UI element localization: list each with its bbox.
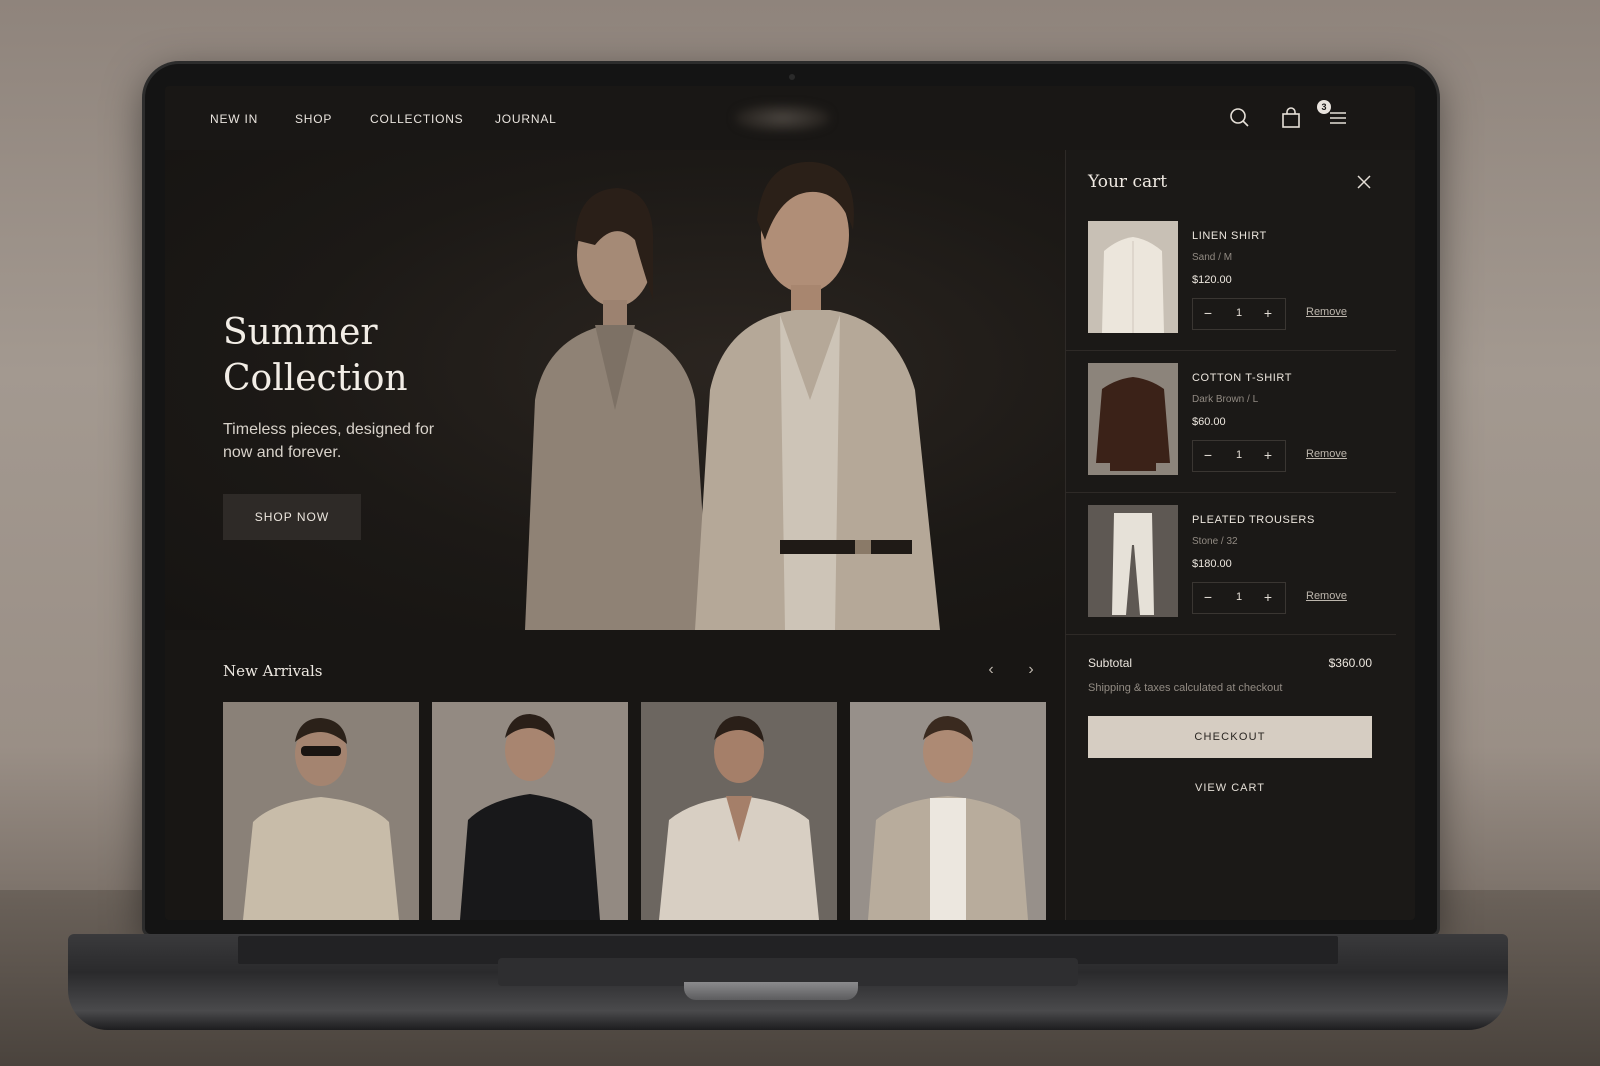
camera [789,74,795,80]
nav-link-journal[interactable]: JOURNAL [495,112,557,126]
shipping-note: Shipping & taxes calculated at checkout [1088,682,1283,694]
product-image-polo-black [432,702,628,920]
nav-link-collections[interactable]: COLLECTIONS [370,112,464,126]
new-arrivals-title: New Arrivals [223,662,323,680]
quantity-value: 1 [1235,307,1243,319]
cart-item-variant: Dark Brown / L [1192,394,1259,405]
cart-item-name: PLEATED TROUSERS [1192,514,1315,526]
hero-models-image [525,161,940,630]
new-arrivals-section: New Arrivals ‹ › [165,630,1065,920]
product-image-linen-shirt [641,702,837,920]
cart-item-variant: Sand / M [1192,252,1233,263]
cart-item-price: $180.00 [1192,558,1232,570]
cart-item-variant: Stone / 32 [1192,536,1238,547]
carousel-prev-icon[interactable]: ‹ [981,660,1001,680]
increase-quantity-button[interactable]: + [1260,589,1276,605]
nav-link-shop[interactable]: SHOP [295,112,332,126]
cart-item-price: $60.00 [1192,416,1226,428]
search-icon[interactable] [1228,106,1252,130]
quantity-value: 1 [1235,449,1243,461]
quantity-stepper: − 1 + [1192,582,1286,614]
cart-title: Your cart [1088,172,1168,192]
cart-drawer: Your cart LINEN SHIRT Sand / M $120.00 −… [1065,150,1415,920]
hero-banner: Summer Collection Timeless pieces, desig… [165,150,1065,630]
hero-subtitle: Timeless pieces, designed for now and fo… [223,421,435,461]
shop-now-button[interactable]: SHOP NOW [223,494,361,540]
brand-logo[interactable] [735,104,830,132]
remove-item-link[interactable]: Remove [1306,306,1347,318]
increase-quantity-button[interactable]: + [1260,305,1276,321]
nav-link-new-in[interactable]: NEW IN [210,112,258,126]
shopping-bag-icon[interactable] [1279,106,1303,130]
cart-item-thumbnail[interactable] [1088,505,1178,617]
cart-item: PLEATED TROUSERS Stone / 32 $180.00 − 1 … [1066,492,1396,635]
quantity-stepper: − 1 + [1192,440,1286,472]
quantity-value: 1 [1235,591,1243,603]
decrease-quantity-button[interactable]: − [1200,305,1216,321]
top-navigation: NEW IN SHOP COLLECTIONS JOURNAL 3 [165,86,1415,151]
cart-item-name: COTTON T-SHIRT [1192,372,1293,384]
increase-quantity-button[interactable]: + [1260,447,1276,463]
remove-item-link[interactable]: Remove [1306,448,1347,460]
product-card[interactable] [850,702,1046,920]
decrease-quantity-button[interactable]: − [1200,589,1216,605]
cart-item-price: $120.00 [1192,274,1232,286]
laptop-base [68,934,1508,1030]
screen: NEW IN SHOP COLLECTIONS JOURNAL 3 Summer… [165,86,1415,920]
carousel-next-icon[interactable]: › [1021,660,1041,680]
cart-item-thumbnail[interactable] [1088,363,1178,475]
view-cart-link[interactable]: VIEW CART [1088,782,1372,794]
cart-item: LINEN SHIRT Sand / M $120.00 − 1 + Remov… [1066,208,1396,351]
product-card[interactable] [223,702,419,920]
product-card[interactable] [641,702,837,920]
hero-title: Summer Collection [223,312,408,399]
close-icon[interactable] [1354,172,1374,192]
cart-item: COTTON T-SHIRT Dark Brown / L $60.00 − 1… [1066,350,1396,493]
product-card[interactable] [432,702,628,920]
menu-icon[interactable] [1326,106,1350,130]
product-image-polo-sand [223,702,419,920]
quantity-stepper: − 1 + [1192,298,1286,330]
cart-item-name: LINEN SHIRT [1192,230,1267,242]
decrease-quantity-button[interactable]: − [1200,447,1216,463]
product-image-overshirt [850,702,1046,920]
remove-item-link[interactable]: Remove [1306,590,1347,602]
subtotal-value: $360.00 [1328,656,1372,670]
lid-notch [684,982,858,1000]
cart-item-thumbnail[interactable] [1088,221,1178,333]
subtotal-label: Subtotal [1088,656,1133,670]
checkout-button[interactable]: CHECKOUT [1088,716,1372,758]
